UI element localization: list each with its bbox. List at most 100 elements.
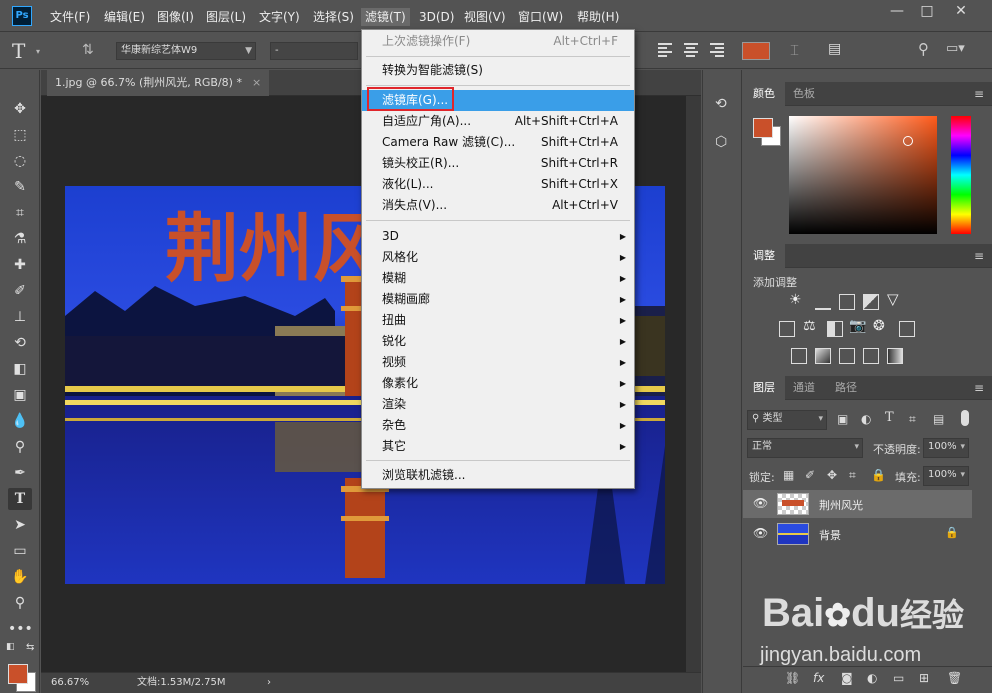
document-tab[interactable]: 1.jpg @ 66.7% (荆州风光, RGB/8) * × [47, 70, 270, 96]
marquee-tool-icon[interactable]: ⬚ [8, 124, 32, 146]
layer-name[interactable]: 背景 [819, 527, 841, 543]
pen-tool-icon[interactable]: ✒ [8, 462, 32, 484]
fx-icon[interactable]: fx [813, 671, 824, 685]
align-left-icon[interactable] [658, 43, 672, 57]
link-icon[interactable]: ⛓ [785, 671, 800, 685]
tab-channels[interactable]: 通道 [783, 376, 825, 400]
menu-item-vanishing-point[interactable]: 消失点(V)... Alt+Ctrl+V [362, 195, 634, 216]
menu-item-browse-online-filters[interactable]: 浏览联机滤镜... [362, 465, 634, 486]
history-brush-tool-icon[interactable]: ⟲ [8, 332, 32, 354]
lock-pixels-icon[interactable]: ✐ [805, 468, 815, 482]
menu-window[interactable]: 窗口(W) [514, 8, 567, 26]
layer-filter-select[interactable]: ⚲ 类型 ▾ [747, 410, 827, 430]
type-tool-icon[interactable]: T [12, 39, 25, 63]
menu-item-lens-correction[interactable]: 镜头校正(R)... Shift+Ctrl+R [362, 153, 634, 174]
font-family-select[interactable]: 华康新综艺体W9 ▼ [116, 42, 256, 60]
menu-item-blur[interactable]: 模糊 ▶ [362, 268, 634, 289]
healing-brush-tool-icon[interactable]: ✚ [8, 254, 32, 276]
panel-menu-icon[interactable]: ≡ [974, 249, 984, 263]
eraser-tool-icon[interactable]: ◧ [8, 358, 32, 380]
menu-item-pixelate[interactable]: 像素化 ▶ [362, 373, 634, 394]
orientation-toggle-icon[interactable]: ⇅ [82, 42, 94, 58]
eyedropper-tool-icon[interactable]: ⚗ [8, 228, 32, 250]
vertical-scrollbar[interactable] [686, 96, 701, 672]
menu-item-render[interactable]: 渲染 ▶ [362, 394, 634, 415]
levels-icon[interactable] [815, 294, 831, 310]
color-lookup-icon[interactable] [899, 321, 915, 337]
menu-item-liquify[interactable]: 液化(L)... Shift+Ctrl+X [362, 174, 634, 195]
menu-select[interactable]: 选择(S) [309, 8, 358, 26]
menu-type[interactable]: 文字(Y) [255, 8, 304, 26]
fill-field[interactable]: 100% ▾ [923, 466, 969, 486]
gradient-map-icon[interactable] [887, 348, 903, 364]
zoom-tool-icon[interactable]: ⚲ [8, 592, 32, 614]
character-panel-icon[interactable]: ▤ [828, 41, 841, 57]
warp-text-icon[interactable]: ⌶ [790, 41, 799, 59]
align-right-icon[interactable] [710, 43, 724, 57]
blur-tool-icon[interactable]: 💧 [8, 410, 32, 432]
text-color-swatch[interactable] [742, 42, 770, 60]
hue-slider[interactable] [951, 116, 971, 234]
group-icon[interactable]: ▭ [893, 671, 904, 685]
gradient-tool-icon[interactable]: ▣ [8, 384, 32, 406]
close-button[interactable]: ✕ [950, 2, 972, 20]
menu-item-other[interactable]: 其它 ▶ [362, 436, 634, 457]
crop-tool-icon[interactable]: ⌗ [8, 202, 32, 224]
history-panel-icon[interactable]: ⟲ [715, 96, 727, 112]
lasso-tool-icon[interactable]: ◌ [8, 150, 32, 172]
posterize-icon[interactable] [815, 348, 831, 364]
menu-item-camera-raw[interactable]: Camera Raw 滤镜(C)... Shift+Ctrl+A [362, 132, 634, 153]
filter-adjustment-icon[interactable]: ◐ [861, 412, 871, 426]
black-white-icon[interactable] [827, 321, 843, 337]
lock-position-icon[interactable]: ✥ [827, 468, 837, 482]
tab-paths[interactable]: 路径 [825, 376, 867, 400]
menu-item-3d[interactable]: 3D ▶ [362, 226, 634, 247]
menu-item-stylize[interactable]: 风格化 ▶ [362, 247, 634, 268]
move-tool-icon[interactable]: ✥ [8, 98, 32, 120]
hue-saturation-icon[interactable] [779, 321, 795, 337]
swap-colors-icon[interactable]: ⇆ [26, 642, 34, 653]
menu-file[interactable]: 文件(F) [46, 8, 94, 26]
menu-item-noise[interactable]: 杂色 ▶ [362, 415, 634, 436]
layer-row-background[interactable]: 👁 背景 🔒 [743, 520, 972, 548]
brightness-icon[interactable]: ☀ [789, 292, 802, 308]
photo-filter-icon[interactable]: 📷 [849, 318, 866, 334]
blend-mode-select[interactable]: 正常 ▾ [747, 438, 863, 458]
filter-pixel-icon[interactable]: ▣ [837, 412, 848, 426]
selective-color-icon[interactable] [863, 348, 879, 364]
foreground-color-chip[interactable] [753, 118, 773, 138]
menu-layer[interactable]: 图层(L) [202, 8, 250, 26]
menu-item-distort[interactable]: 扭曲 ▶ [362, 310, 634, 331]
type-tool-icon[interactable]: T [8, 488, 32, 510]
hand-tool-icon[interactable]: ✋ [8, 566, 32, 588]
tab-layers[interactable]: 图层 [743, 376, 785, 400]
lock-all-icon[interactable]: 🔒 [871, 468, 886, 482]
search-icon[interactable]: ⚲ [918, 40, 929, 58]
menu-3d[interactable]: 3D(D) [415, 8, 458, 26]
status-menu-arrow-icon[interactable]: › [267, 673, 271, 693]
lock-artboard-icon[interactable]: ⌗ [849, 468, 856, 483]
filter-shape-icon[interactable]: ⌗ [909, 412, 916, 427]
path-select-tool-icon[interactable]: ➤ [8, 514, 32, 536]
minimize-button[interactable]: — [886, 2, 908, 20]
quick-select-tool-icon[interactable]: ✎ [8, 176, 32, 198]
new-layer-icon[interactable]: ⊞ [919, 671, 929, 685]
panel-menu-icon[interactable]: ≡ [974, 87, 984, 101]
tab-color[interactable]: 颜色 [743, 82, 785, 106]
font-style-select[interactable]: - [270, 42, 358, 60]
tool-preset-arrow-icon[interactable]: ▾ [36, 47, 40, 56]
opacity-field[interactable]: 100% ▾ [923, 438, 969, 458]
color-field[interactable] [789, 116, 937, 234]
menu-item-convert-smart-filter[interactable]: 转换为智能滤镜(S) [362, 60, 634, 81]
lock-transparency-icon[interactable]: ▦ [783, 468, 794, 482]
filter-smart-object-icon[interactable]: ▤ [933, 412, 944, 426]
menu-filter[interactable]: 滤镜(T) [361, 8, 410, 26]
menu-view[interactable]: 视图(V) [460, 8, 510, 26]
tab-adjustments[interactable]: 调整 [743, 244, 785, 268]
layer-row-text[interactable]: 👁 荆州风光 [743, 490, 972, 518]
vibrance-icon[interactable]: ▽ [887, 290, 899, 308]
menu-item-blur-gallery[interactable]: 模糊画廊 ▶ [362, 289, 634, 310]
color-balance-icon[interactable]: ⚖ [803, 318, 816, 334]
menu-edit[interactable]: 编辑(E) [100, 8, 149, 26]
rectangle-tool-icon[interactable]: ▭ [8, 540, 32, 562]
